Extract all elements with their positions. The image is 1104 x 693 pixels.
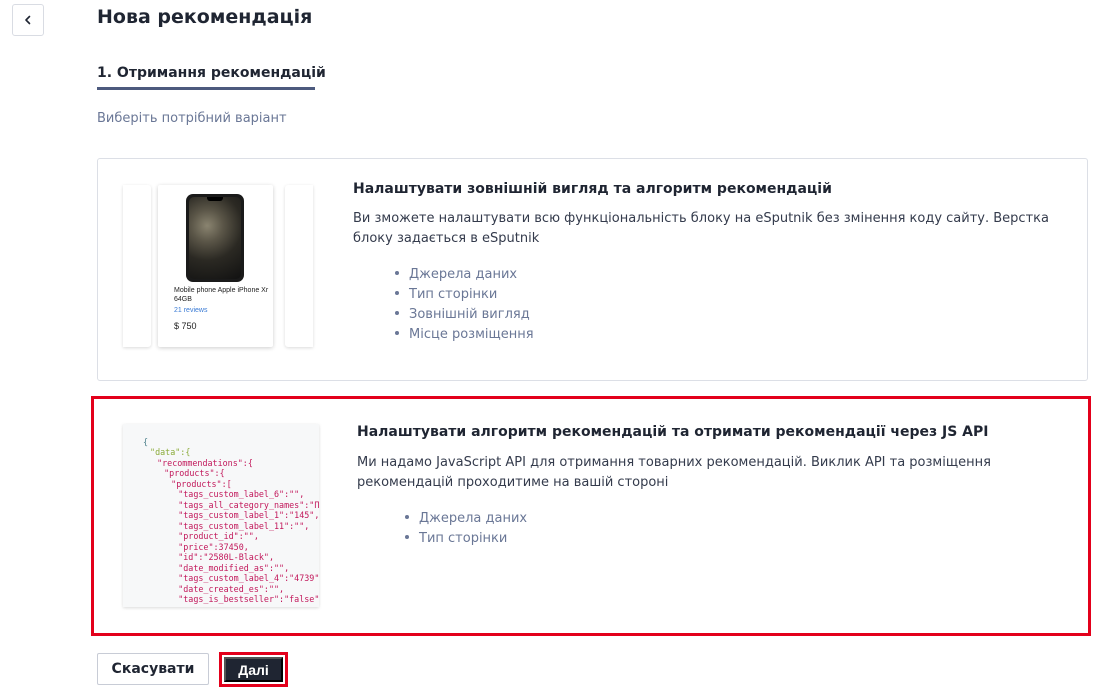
list-item: Джерела даних (405, 509, 527, 529)
option-title: Налаштувати алгоритм рекомендацій та отр… (357, 424, 989, 440)
code-line: "tags_custom_label_6":"", (153, 489, 305, 499)
code-line: "tags_custom_label_4":"4739", (153, 573, 319, 583)
choose-option-hint: Виберіть потрібний варіант (97, 111, 287, 126)
code-line: { (143, 437, 149, 447)
option-card-js-api[interactable]: { "data":{ "recommendations":{ "products… (91, 396, 1091, 636)
page-title: Нова рекомендація (97, 6, 313, 28)
preview-ghost-card-right (285, 185, 313, 347)
next-button[interactable]: Далі (224, 657, 283, 682)
option-card-visual-config[interactable]: Mobile phone Apple iPhone Xr 64GB 21 rev… (97, 158, 1088, 381)
option-feature-list: Джерела даних Тип сторінки (405, 509, 527, 549)
next-button-highlight: Далі (219, 652, 288, 687)
preview-ghost-card-left (123, 185, 151, 347)
tab-step-1[interactable]: 1. Отримання рекомендацій (97, 65, 326, 81)
code-line: "tags_custom_label_11":"", (153, 521, 310, 531)
code-line: "recommendations":{ (147, 458, 253, 468)
code-line: "products":{ (149, 468, 225, 478)
tab-active-underline (97, 87, 315, 90)
code-line: "price":37450, (153, 542, 249, 552)
code-line: "date_created_es":"", (153, 584, 285, 594)
code-line: "tags_is_bestseller":"false" (153, 594, 319, 604)
preview-product-price: $ 750 (174, 321, 197, 331)
code-line: "tags_all_category_names":"Пу (153, 500, 319, 510)
list-item: Джерела даних (395, 265, 534, 285)
code-line: "product_id":"", (153, 531, 259, 541)
list-item: Зовнішній вигляд (395, 305, 534, 325)
option-description: Ви зможете налаштувати всю функціональні… (353, 211, 1049, 246)
option-feature-list: Джерела даних Тип сторінки Зовнішній виг… (395, 265, 534, 345)
code-line: "data":{ (145, 447, 191, 457)
product-block-preview: Mobile phone Apple iPhone Xr 64GB 21 rev… (123, 185, 313, 347)
phone-image (186, 194, 244, 282)
code-line: "date_modified_as":"", (153, 563, 290, 573)
option-title: Налаштувати зовнішній вигляд та алгоритм… (353, 181, 832, 197)
preview-product-card: Mobile phone Apple iPhone Xr 64GB 21 rev… (158, 185, 273, 347)
preview-product-reviews: 21 reviews (174, 307, 208, 314)
json-code-preview: { "data":{ "recommendations":{ "products… (123, 424, 319, 607)
cancel-button[interactable]: Скасувати (97, 653, 209, 685)
code-line: "tags_custom_label_1":"145", (153, 510, 319, 520)
back-button[interactable] (12, 4, 44, 36)
list-item: Тип сторінки (405, 529, 527, 549)
option-description: Ми надамо JavaScript API для отримання т… (357, 455, 991, 490)
list-item: Місце розміщення (395, 325, 534, 345)
code-line: "products":[ (151, 479, 232, 489)
chevron-left-icon (25, 15, 31, 25)
preview-product-name: Mobile phone Apple iPhone Xr 64GB (174, 287, 269, 303)
list-item: Тип сторінки (395, 285, 534, 305)
code-line: "id":"2580L-Black", (153, 552, 275, 562)
